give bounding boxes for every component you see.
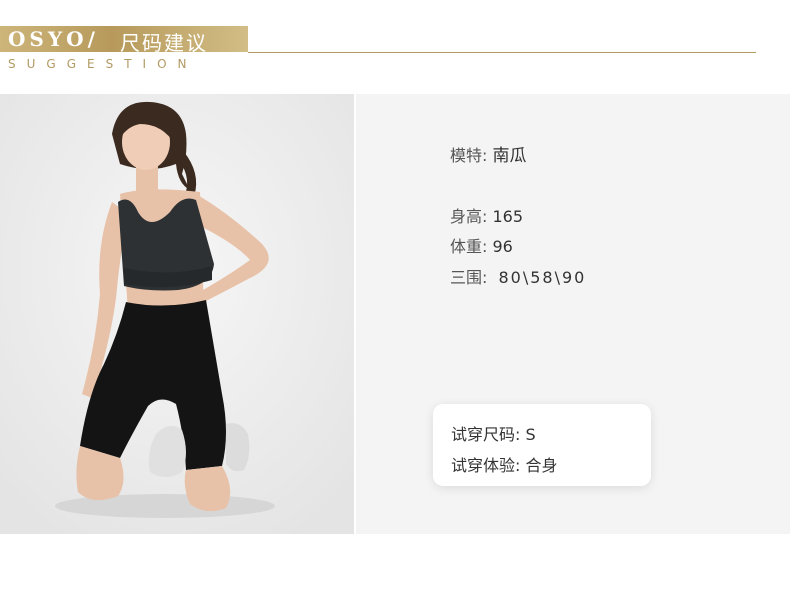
fit-card: 试穿尺码: S 试穿体验: 合身	[433, 404, 651, 486]
model-weight: 体重: 96	[450, 233, 513, 257]
measurements-value: 80\58\90	[498, 268, 587, 287]
model-measurements: 三围: 80\58\90	[450, 264, 586, 288]
height-label: 身高:	[450, 207, 488, 226]
model-name-value: 南瓜	[492, 146, 527, 166]
model-figure-illustration	[0, 94, 354, 534]
fit-size-row: 试穿尺码: S	[451, 421, 536, 445]
weight-label: 体重:	[450, 237, 488, 256]
page-title: 尺码建议	[120, 31, 208, 55]
model-name-label: 模特:	[450, 146, 488, 165]
fit-experience-label: 试穿体验:	[451, 456, 521, 475]
height-value: 165	[492, 207, 524, 226]
model-photo	[0, 94, 354, 534]
model-name: 模特: 南瓜	[450, 141, 527, 166]
fit-experience-value: 合身	[525, 456, 558, 475]
fit-size-label: 试穿尺码:	[451, 425, 521, 444]
header-divider	[248, 52, 756, 53]
page-subtitle: SUGGESTION	[8, 57, 198, 71]
brand-name: OSYO/	[8, 27, 99, 51]
fit-experience-row: 试穿体验: 合身	[451, 452, 558, 476]
weight-value: 96	[492, 237, 513, 256]
model-height: 身高: 165	[450, 203, 523, 227]
measurements-label: 三围:	[450, 268, 488, 287]
fit-size-value: S	[525, 425, 536, 444]
